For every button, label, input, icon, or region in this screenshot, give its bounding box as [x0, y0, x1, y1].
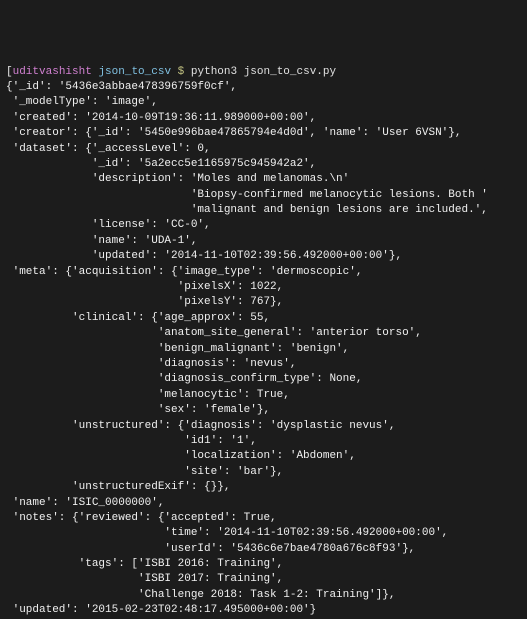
- output-line-23: 'unstructured': {'diagnosis': 'dysplasti…: [6, 420, 395, 432]
- output-line-33: 'ISBI 2017: Training',: [6, 573, 283, 585]
- output-line-25: 'localization': 'Abdomen',: [6, 450, 356, 462]
- output-line-20: 'diagnosis_confirm_type': None,: [6, 373, 362, 385]
- output-line-32: 'tags': ['ISBI 2016: Training',: [6, 558, 283, 570]
- output-line-8: 'Biopsy-confirmed melanocytic lesions. B…: [6, 189, 488, 201]
- output-line-19: 'diagnosis': 'nevus',: [6, 358, 296, 370]
- prompt-dollar: $: [178, 66, 185, 78]
- output-line-11: 'name': 'UDA-1',: [6, 235, 197, 247]
- output-line-21: 'melanocytic': True,: [6, 389, 290, 401]
- prompt-command: python3 json_to_csv.py: [191, 66, 336, 78]
- output-line-3: 'created': '2014-10-09T19:36:11.989000+0…: [6, 112, 316, 124]
- output-line-34: 'Challenge 2018: Task 1-2: Training']},: [6, 589, 395, 601]
- output-line-18: 'benign_malignant': 'benign',: [6, 343, 349, 355]
- output-line-9: 'malignant and benign lesions are includ…: [6, 204, 488, 216]
- prompt-user: uditvashisht: [13, 66, 92, 78]
- output-line-10: 'license': 'CC-0',: [6, 219, 211, 231]
- output-line-30: 'time': '2014-11-10T02:39:56.492000+00:0…: [6, 527, 448, 539]
- prompt-path: json_to_csv: [98, 66, 171, 78]
- output-line-12: 'updated': '2014-11-10T02:39:56.492000+0…: [6, 250, 402, 262]
- output-line-1: {'_id': '5436e3abbae478396759f0cf',: [6, 81, 237, 93]
- output-line-27: 'unstructuredExif': {}},: [6, 481, 230, 493]
- output-line-26: 'site': 'bar'},: [6, 466, 283, 478]
- output-line-24: 'id1': '1',: [6, 435, 257, 447]
- output-line-14: 'pixelsX': 1022,: [6, 281, 283, 293]
- output-line-22: 'sex': 'female'},: [6, 404, 270, 416]
- output-line-13: 'meta': {'acquisition': {'image_type': '…: [6, 266, 362, 278]
- output-line-31: 'userId': '5436c6e7bae4780a676c8f93'},: [6, 543, 415, 555]
- output-line-17: 'anatom_site_general': 'anterior torso',: [6, 327, 422, 339]
- output-line-7: 'description': 'Moles and melanomas.\n': [6, 173, 349, 185]
- output-line-5: 'dataset': {'_accessLevel': 0,: [6, 143, 211, 155]
- output-line-29: 'notes': {'reviewed': {'accepted': True,: [6, 512, 277, 524]
- output-line-4: 'creator': {'_id': '5450e996bae47865794e…: [6, 127, 461, 139]
- output-line-15: 'pixelsY': 767},: [6, 296, 283, 308]
- output-line-16: 'clinical': {'age_approx': 55,: [6, 312, 270, 324]
- output-line-35: 'updated': '2015-02-23T02:48:17.495000+0…: [6, 604, 316, 616]
- output-line-2: '_modelType': 'image',: [6, 96, 158, 108]
- prompt-bracket-open: [: [6, 66, 13, 78]
- output-line-6: '_id': '5a2ecc5e1165975c945942a2',: [6, 158, 316, 170]
